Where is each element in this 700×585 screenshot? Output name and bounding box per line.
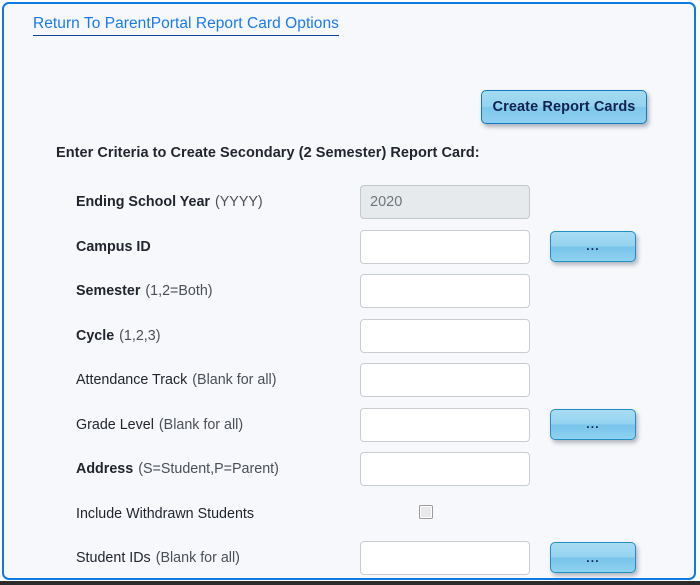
label-hint-cycle: (1,2,3) — [119, 327, 161, 344]
input-campus-id[interactable] — [360, 229, 530, 264]
input-address[interactable] — [360, 452, 530, 486]
label-semester: Semester (1,2=Both) — [76, 274, 213, 308]
form-row-semester: Semester (1,2=Both) — [4, 274, 694, 318]
label-hint-attendance-track: (Blank for all) — [192, 372, 277, 388]
label-hint-address: (S=Student,P=Parent) — [138, 461, 279, 477]
form-row-campus-id: Campus ID... — [4, 229, 694, 274]
label-text-include-withdrawn-students: Include Withdrawn Students — [76, 505, 255, 522]
form-row-attendance-track: Attendance Track (Blank for all) — [4, 363, 694, 407]
viewport-bottom-edge — [0, 581, 700, 585]
input-attendance-track[interactable] — [360, 363, 530, 397]
label-text-campus-id: Campus ID — [76, 238, 151, 255]
input-semester[interactable] — [360, 274, 530, 308]
viewport-right-edge — [696, 0, 700, 585]
criteria-form: Ending School Year(YYYY)Campus ID...Seme… — [4, 4, 694, 578]
form-row-include-withdrawn-students: Include Withdrawn Students — [4, 497, 694, 541]
label-text-student-ids: Student IDs — [76, 550, 151, 566]
label-cycle: Cycle (1,2,3) — [76, 319, 160, 353]
form-row-address: Address (S=Student,P=Parent) — [4, 452, 694, 496]
label-hint-student-ids: (Blank for all) — [155, 550, 240, 566]
label-text-cycle: Cycle — [76, 327, 115, 344]
form-row-grade-level: Grade Level (Blank for all)... — [4, 407, 694, 452]
checkbox-include-withdrawn-students[interactable] — [419, 504, 433, 519]
label-attendance-track: Attendance Track (Blank for all) — [76, 363, 276, 397]
input-ending-school-year — [360, 185, 530, 219]
label-address: Address (S=Student,P=Parent) — [76, 452, 279, 486]
label-text-semester: Semester — [76, 283, 141, 299]
label-grade-level: Grade Level (Blank for all) — [76, 408, 243, 442]
label-text-ending-school-year: Ending School Year — [76, 194, 210, 210]
input-student-ids[interactable] — [360, 541, 530, 575]
label-text-attendance-track: Attendance Track — [76, 372, 188, 388]
label-campus-id: Campus ID — [76, 230, 151, 264]
lookup-button-campus-id[interactable]: ... — [550, 230, 636, 262]
label-hint-semester: (1,2=Both) — [145, 283, 213, 299]
lookup-button-grade-level[interactable]: ... — [550, 408, 636, 440]
form-row-ending-school-year: Ending School Year (YYYY) — [4, 185, 694, 229]
label-text-address: Address — [76, 461, 134, 477]
form-row-student-ids: Student IDs (Blank for all)... — [4, 541, 694, 578]
label-student-ids: Student IDs (Blank for all) — [76, 541, 240, 575]
label-ending-school-year: Ending School Year (YYYY) — [76, 185, 263, 219]
lookup-button-student-ids[interactable]: ... — [550, 542, 636, 573]
label-hint-grade-level: (Blank for all) — [158, 416, 244, 433]
form-row-cycle: Cycle (1,2,3) — [4, 318, 694, 363]
label-hint-ending-school-year: (YYYY) — [215, 194, 263, 210]
input-cycle[interactable] — [360, 318, 530, 353]
label-text-grade-level: Grade Level — [76, 416, 154, 433]
label-include-withdrawn-students: Include Withdrawn Students — [76, 497, 254, 531]
report-card-options-panel: Return To ParentPortal Report Card Optio… — [2, 2, 696, 580]
input-grade-level[interactable] — [360, 407, 530, 442]
